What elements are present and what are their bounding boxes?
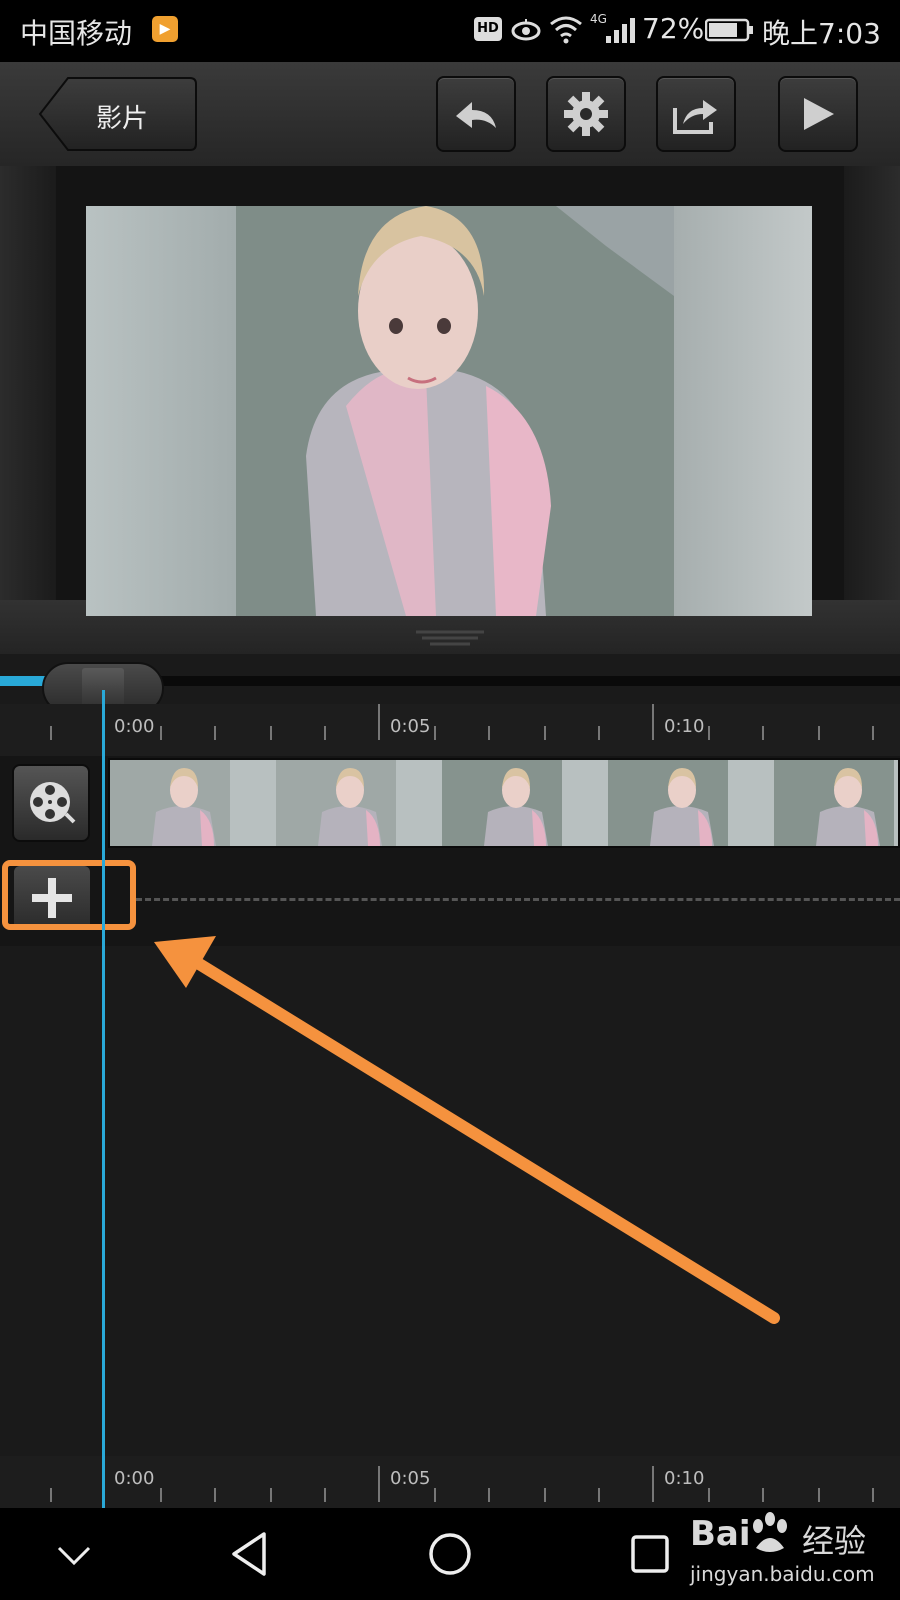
video-track-button[interactable]	[12, 764, 90, 842]
back-button-label: 影片	[96, 104, 149, 134]
wifi-icon	[550, 16, 582, 44]
hd-badge: HD	[474, 17, 502, 41]
minor-tick	[598, 1488, 600, 1502]
minor-tick	[270, 1488, 272, 1502]
recents-square-icon[interactable]	[630, 1534, 670, 1574]
watermark-domain: jingyan.baidu.com	[690, 1562, 875, 1586]
stage-wall-right	[844, 166, 900, 606]
clock: 晚上7:03	[762, 17, 881, 50]
battery-percent: 72%	[642, 12, 705, 45]
clip-thumbnail	[608, 760, 774, 846]
home-circle-icon[interactable]	[428, 1532, 472, 1576]
settings-button[interactable]	[546, 76, 626, 152]
minor-tick	[160, 1488, 162, 1502]
minor-tick	[872, 726, 874, 740]
minor-tick	[50, 1488, 52, 1502]
timeline-ruler[interactable]: 0:00 0:05 0:10	[0, 704, 900, 756]
minor-tick	[818, 1488, 820, 1502]
major-tick	[652, 704, 654, 740]
major-tick	[378, 1466, 380, 1502]
video-clip[interactable]	[108, 758, 900, 848]
clip-thumbnails	[110, 760, 898, 846]
paw-icon	[753, 1512, 787, 1552]
major-tick	[378, 704, 380, 740]
annotation-highlight-box	[2, 860, 136, 930]
empty-timeline-area	[0, 946, 900, 1456]
share-icon	[673, 100, 717, 134]
minor-tick	[434, 726, 436, 740]
battery-icon	[705, 18, 753, 42]
minor-tick	[488, 1488, 490, 1502]
tick-label: 0:10	[664, 716, 705, 737]
undo-icon	[456, 102, 496, 128]
stage-wall-left	[0, 166, 56, 606]
minor-tick	[214, 726, 216, 740]
preview-collapse-handle[interactable]	[412, 628, 488, 648]
share-button[interactable]	[656, 76, 736, 152]
tick-label: 0:00	[114, 1468, 155, 1489]
minor-tick	[324, 726, 326, 740]
back-triangle-icon[interactable]	[228, 1530, 272, 1578]
gear-icon	[564, 92, 608, 136]
play-icon	[804, 98, 834, 130]
minor-tick	[488, 726, 490, 740]
empty-track-guide	[136, 898, 900, 901]
watermark-cn: 经验	[802, 1522, 867, 1560]
tick-label: 0:00	[114, 716, 155, 737]
minor-tick	[434, 1488, 436, 1502]
undo-button[interactable]	[436, 76, 516, 152]
app-notification-icon: ▶	[152, 16, 178, 42]
film-reel-icon	[30, 782, 76, 824]
minor-tick	[708, 1488, 710, 1502]
eye-icon	[511, 19, 541, 41]
minor-tick	[762, 726, 764, 740]
minor-tick	[598, 726, 600, 740]
tick-label: 0:10	[664, 1468, 705, 1489]
minor-tick	[544, 726, 546, 740]
minor-tick	[872, 1488, 874, 1502]
minor-tick	[160, 726, 162, 740]
timeline-ruler-bottom[interactable]: 0:00 0:05 0:10	[0, 1456, 900, 1508]
tick-label: 0:05	[390, 1468, 431, 1489]
carrier-name: 中国移动	[20, 17, 133, 50]
chevron-down-icon[interactable]	[56, 1544, 92, 1568]
playhead[interactable]	[102, 690, 105, 1508]
clip-thumbnail	[774, 760, 898, 846]
minor-tick	[762, 1488, 764, 1502]
tick-label: 0:05	[390, 716, 431, 737]
minor-tick	[50, 726, 52, 740]
video-preview[interactable]	[86, 206, 812, 616]
minor-tick	[324, 1488, 326, 1502]
watermark-brand: Bai	[690, 1514, 751, 1554]
minor-tick	[544, 1488, 546, 1502]
video-frame-image	[86, 206, 812, 616]
minor-tick	[708, 726, 710, 740]
baidu-jingyan-watermark: Bai 经验 jingyan.baidu.com	[690, 1510, 900, 1596]
minor-tick	[214, 1488, 216, 1502]
major-tick	[652, 1466, 654, 1502]
play-button[interactable]	[778, 76, 858, 152]
minor-tick	[270, 726, 272, 740]
clip-thumbnail	[276, 760, 442, 846]
minor-tick	[818, 726, 820, 740]
clip-thumbnail	[442, 760, 608, 846]
signal-icon	[606, 18, 635, 43]
clip-thumbnail	[110, 760, 276, 846]
